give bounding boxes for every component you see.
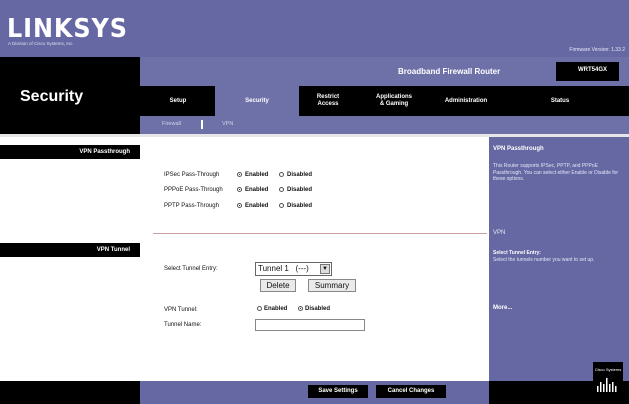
help-body-tunnel-heading: Select Tunnel Entry:: [493, 250, 541, 256]
help-title-passthrough: VPN Passthrough: [493, 146, 544, 152]
pptp-enabled-radio[interactable]: [237, 203, 242, 208]
vpn-tunnel-label: VPN Tunnel:: [164, 307, 198, 313]
product-name: Broadband Firewall Router: [398, 67, 501, 76]
cisco-logo-text: Cisco Systems: [595, 367, 621, 372]
help-body-tunnel: Select the tunnels number you want to se…: [493, 257, 595, 263]
chevron-down-icon[interactable]: ▼: [320, 264, 330, 274]
pppoe-enabled-label: Enabled: [245, 187, 269, 193]
vpn-tunnel-disabled-label: Disabled: [305, 306, 331, 312]
tunnel-select-value: Tunnel 1 (---): [258, 264, 309, 273]
section-label-vpn-tunnel: VPN Tunnel: [96, 247, 130, 253]
ipsec-disabled-radio[interactable]: [279, 172, 284, 177]
delete-button[interactable]: Delete: [260, 279, 296, 292]
tab-status[interactable]: Status: [532, 98, 588, 105]
tab-restrict-access[interactable]: Restrict Access: [303, 94, 353, 108]
subtab-vpn[interactable]: VPN: [222, 121, 233, 127]
logo-subtitle: A Division of Cisco Systems, Inc.: [8, 41, 74, 46]
pppoe-disabled-label: Disabled: [287, 187, 313, 193]
ipsec-label: IPSec Pass-Through: [164, 172, 220, 178]
sub-nav: [140, 116, 629, 134]
pppoe-label: PPPoE Pass-Through: [164, 187, 223, 193]
save-settings-button[interactable]: Save Settings: [308, 385, 368, 398]
ipsec-enabled-radio[interactable]: [237, 172, 242, 177]
help-title-vpn: VPN: [493, 230, 506, 236]
model-number: WRT54GX: [578, 67, 608, 73]
ipsec-disabled-label: Disabled: [287, 172, 313, 178]
vpn-tunnel-enabled-label: Enabled: [264, 306, 288, 312]
pptp-label: PPTP Pass-Through: [164, 203, 219, 209]
section-divider: [153, 233, 487, 234]
tunnel-select[interactable]: Tunnel 1 (---) ▼: [255, 262, 332, 276]
pptp-enabled-label: Enabled: [245, 203, 269, 209]
footer-left: [0, 381, 140, 404]
pptp-disabled-radio[interactable]: [279, 203, 284, 208]
subtab-separator: [201, 120, 203, 129]
select-tunnel-label: Select Tunnel Entry:: [164, 266, 218, 272]
help-body-passthrough: This Router supports IPSec, PPTP, and PP…: [493, 163, 619, 182]
cancel-changes-button[interactable]: Cancel Changes: [376, 385, 446, 398]
pppoe-disabled-radio[interactable]: [279, 187, 284, 192]
tab-applications-gaming[interactable]: Applications & Gaming: [362, 94, 426, 108]
vpn-tunnel-disabled-radio[interactable]: [298, 306, 303, 311]
page-title: Security: [20, 88, 84, 105]
firmware-version: Firmware Version: 1.33.2: [569, 47, 625, 53]
section-label-vpn-passthrough: VPN Passthrough: [79, 149, 130, 155]
linksys-logo: LINKSYS: [7, 14, 128, 44]
summary-button[interactable]: Summary: [308, 279, 356, 292]
subtab-firewall[interactable]: Firewall: [162, 121, 181, 127]
tab-setup[interactable]: Setup: [158, 98, 198, 105]
tab-administration[interactable]: Administration: [430, 98, 502, 105]
tab-security[interactable]: Security: [227, 98, 287, 105]
pppoe-enabled-radio[interactable]: [237, 187, 242, 192]
cisco-logo: Cisco Systems: [593, 362, 623, 398]
tunnel-name-input[interactable]: [255, 319, 365, 331]
ipsec-enabled-label: Enabled: [245, 172, 269, 178]
more-link[interactable]: More...: [493, 305, 512, 311]
pptp-disabled-label: Disabled: [287, 203, 313, 209]
left-section-column: [0, 137, 140, 381]
tunnel-name-label: Tunnel Name:: [164, 322, 202, 328]
vpn-tunnel-enabled-radio[interactable]: [257, 306, 262, 311]
